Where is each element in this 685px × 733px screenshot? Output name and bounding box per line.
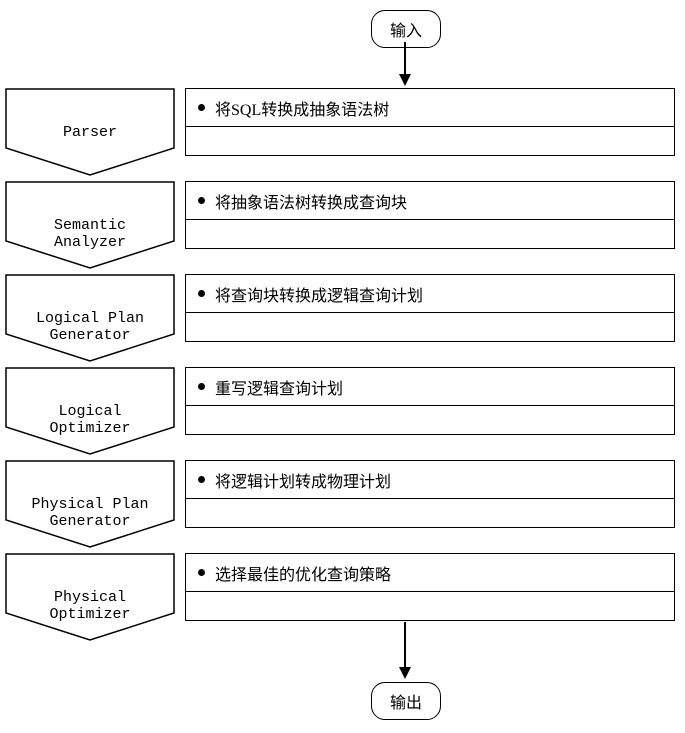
description-text: 将逻辑计划转成物理计划 <box>215 468 391 492</box>
arrow-down-icon <box>399 74 411 86</box>
stage-label: Semantic Analyzer <box>5 217 175 251</box>
description-text: 将查询块转换成逻辑查询计划 <box>215 282 423 306</box>
input-terminal: 输入 <box>371 10 441 48</box>
description-box: 重写逻辑查询计划 <box>185 367 675 435</box>
description-box: 选择最佳的优化查询策略 <box>185 553 675 621</box>
chevron-shape: Physical Plan Generator <box>5 460 175 548</box>
description-text: 重写逻辑查询计划 <box>215 375 343 399</box>
description-text: 选择最佳的优化查询策略 <box>215 561 391 585</box>
stage-physical-optimizer: Physical Optimizer 选择最佳的优化查询策略 <box>5 553 675 641</box>
description-box: 将逻辑计划转成物理计划 <box>185 460 675 528</box>
chevron-shape: Parser <box>5 88 175 176</box>
chevron-shape: Logical Plan Generator <box>5 274 175 362</box>
stage-physical-plan-generator: Physical Plan Generator 将逻辑计划转成物理计划 <box>5 460 675 548</box>
description-box: 将抽象语法树转换成查询块 <box>185 181 675 249</box>
chevron-shape: Physical Optimizer <box>5 553 175 641</box>
bullet-icon <box>198 290 205 297</box>
description-text: 将抽象语法树转换成查询块 <box>215 189 407 213</box>
bullet-icon <box>198 569 205 576</box>
chevron-shape: Logical Optimizer <box>5 367 175 455</box>
stage-logical-optimizer: Logical Optimizer 重写逻辑查询计划 <box>5 367 675 455</box>
bullet-icon <box>198 383 205 390</box>
stage-label: Physical Plan Generator <box>5 496 175 530</box>
description-box: 将SQL转换成抽象语法树 <box>185 88 675 156</box>
chevron-shape: Semantic Analyzer <box>5 181 175 269</box>
description-text: 将SQL转换成抽象语法树 <box>215 96 389 120</box>
stage-logical-plan-generator: Logical Plan Generator 将查询块转换成逻辑查询计划 <box>5 274 675 362</box>
output-terminal: 输出 <box>371 682 441 720</box>
stage-label: Parser <box>5 124 175 141</box>
stage-label: Logical Plan Generator <box>5 310 175 344</box>
stage-parser: Parser 将SQL转换成抽象语法树 <box>5 88 675 176</box>
stage-label: Logical Optimizer <box>5 403 175 437</box>
description-box: 将查询块转换成逻辑查询计划 <box>185 274 675 342</box>
arrow-down-icon <box>399 667 411 679</box>
bullet-icon <box>198 476 205 483</box>
bullet-icon <box>198 197 205 204</box>
stage-label: Physical Optimizer <box>5 589 175 623</box>
stage-semantic-analyzer: Semantic Analyzer 将抽象语法树转换成查询块 <box>5 181 675 269</box>
bullet-icon <box>198 104 205 111</box>
